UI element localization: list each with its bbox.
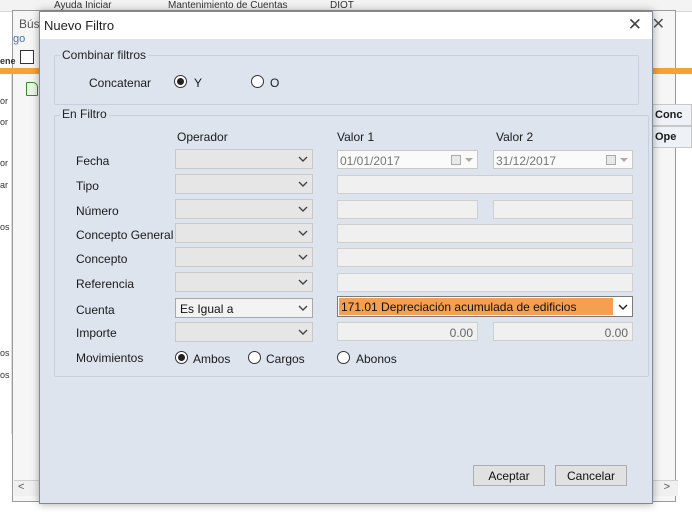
- importe-label: Importe: [76, 326, 117, 340]
- numero-label: Número: [76, 204, 119, 218]
- referencia-valor1-field[interactable]: [337, 273, 633, 292]
- background-window-title: Bús: [19, 17, 40, 31]
- left-label: or: [0, 96, 9, 106]
- left-label: ar: [0, 180, 9, 190]
- concepto-general-valor1-field[interactable]: [337, 224, 633, 243]
- valor2-header: Valor 2: [496, 130, 534, 144]
- background-window-subtitle: go: [13, 33, 26, 45]
- fecha-operador-select[interactable]: [175, 149, 313, 169]
- movimientos-option-ambos[interactable]: Ambos: [193, 352, 230, 366]
- importe-valor2-field[interactable]: 0.00: [493, 322, 633, 341]
- en-filtro-title: En Filtro: [60, 107, 109, 121]
- background-left-column: ene or or or ar os os os: [0, 56, 16, 434]
- chevron-down-icon: [618, 304, 628, 310]
- movimientos-label: Movimientos: [76, 351, 144, 365]
- calendar-icon[interactable]: [451, 155, 461, 165]
- cancelar-button[interactable]: Cancelar: [555, 465, 627, 486]
- tipo-valor1-field[interactable]: [337, 175, 633, 194]
- dropdown-arrow-icon[interactable]: [465, 158, 473, 162]
- chevron-down-icon: [298, 305, 308, 311]
- chevron-down-icon: [298, 206, 308, 212]
- referencia-label: Referencia: [76, 277, 135, 291]
- concepto-general-operador-select[interactable]: [175, 223, 313, 243]
- chevron-down-icon: [298, 156, 308, 162]
- dropdown-arrow-icon[interactable]: [620, 158, 628, 162]
- aceptar-button[interactable]: Aceptar: [473, 465, 545, 486]
- left-label: os: [0, 222, 10, 232]
- chevron-down-icon: [298, 181, 308, 187]
- concepto-operador-select[interactable]: [175, 247, 313, 267]
- movimientos-option-abonos[interactable]: Abonos: [356, 352, 397, 366]
- background-close-icon[interactable]: ✕: [652, 14, 665, 34]
- close-icon[interactable]: ✕: [628, 15, 642, 35]
- numero-valor2-field[interactable]: [493, 200, 633, 219]
- numero-valor1-field[interactable]: [337, 200, 478, 219]
- chevron-down-icon: [298, 254, 308, 260]
- valor1-header: Valor 1: [337, 130, 375, 144]
- movimientos-radio-abonos[interactable]: [337, 351, 350, 364]
- new-document-icon[interactable]: [26, 82, 38, 96]
- left-label: or: [0, 117, 9, 127]
- concatenar-radio-o[interactable]: [251, 75, 264, 88]
- concatenar-option-y[interactable]: Y: [194, 76, 202, 90]
- concepto-general-label: Concepto General: [76, 228, 174, 242]
- cuenta-operador-select[interactable]: Es Igual a: [175, 298, 313, 318]
- scroll-right-icon[interactable]: >: [664, 481, 670, 493]
- scroll-left-icon[interactable]: <: [18, 481, 24, 493]
- left-label: os: [0, 370, 10, 380]
- movimientos-radio-cargos[interactable]: [248, 351, 261, 364]
- fecha-valor2-date[interactable]: 31/12/2017: [493, 150, 633, 169]
- concatenar-option-o[interactable]: O: [270, 76, 279, 90]
- cuenta-selected-highlight: 171.01 Depreciación acumulada de edifici…: [339, 298, 613, 315]
- background-column-header-ope[interactable]: Ope: [652, 126, 692, 148]
- dialog-titlebar[interactable]: Nuevo Filtro ✕: [40, 12, 652, 39]
- fecha-label: Fecha: [76, 154, 110, 168]
- concatenar-label: Concatenar: [89, 76, 152, 90]
- numero-operador-select[interactable]: [175, 199, 313, 219]
- left-label: ene: [0, 56, 16, 66]
- tipo-label: Tipo: [76, 179, 99, 193]
- combinar-filtros-title: Combinar filtros: [60, 48, 149, 62]
- chevron-down-icon: [298, 329, 308, 335]
- chevron-down-icon: [298, 230, 308, 236]
- nuevo-filtro-dialog: Nuevo Filtro ✕ Combinar filtros Concaten…: [39, 11, 653, 504]
- movimientos-option-cargos[interactable]: Cargos: [266, 352, 305, 366]
- concatenar-radio-y[interactable]: [174, 75, 187, 88]
- left-label: os: [0, 348, 10, 358]
- fecha-valor1-date[interactable]: 01/01/2017: [337, 150, 478, 169]
- concepto-valor1-field[interactable]: [337, 248, 633, 267]
- left-label: or: [0, 158, 9, 168]
- cuenta-valor1-select[interactable]: 171.01 Depreciación acumulada de edifici…: [337, 296, 633, 317]
- chevron-down-icon: [298, 279, 308, 285]
- dialog-title: Nuevo Filtro: [44, 18, 115, 33]
- importe-valor1-field[interactable]: 0.00: [337, 322, 478, 341]
- operador-header: Operador: [177, 130, 228, 144]
- concepto-label: Concepto: [76, 252, 128, 266]
- movimientos-radio-ambos[interactable]: [175, 351, 188, 364]
- background-column-header-conc[interactable]: Conc: [652, 104, 692, 126]
- referencia-operador-select[interactable]: [175, 272, 313, 292]
- calendar-icon[interactable]: [606, 155, 616, 165]
- tipo-operador-select[interactable]: [175, 174, 313, 194]
- importe-operador-select[interactable]: [175, 322, 313, 342]
- cuenta-label: Cuenta: [76, 303, 115, 317]
- background-checkbox[interactable]: [20, 50, 34, 64]
